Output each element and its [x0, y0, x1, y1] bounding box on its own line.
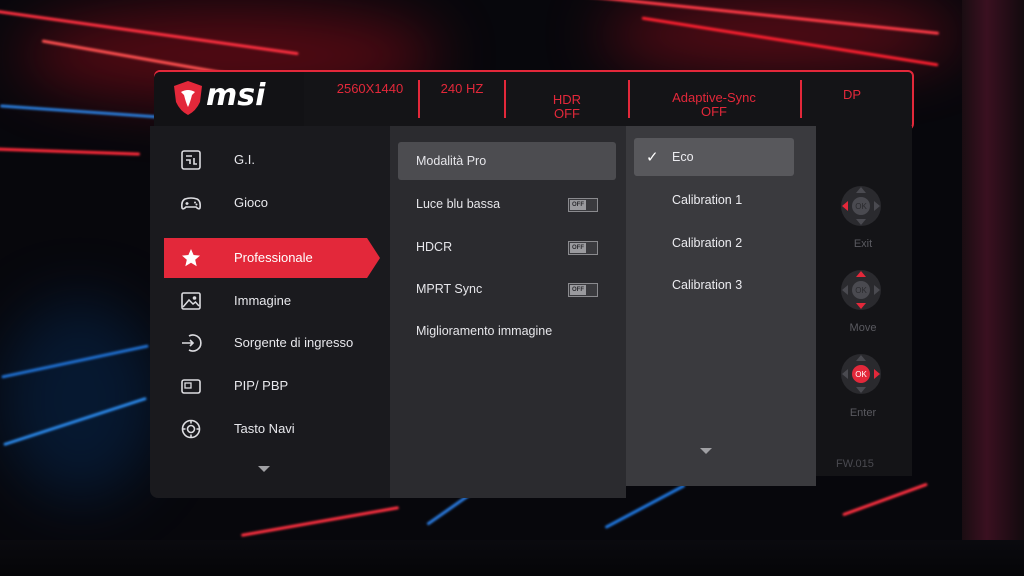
status-hdr: HDR OFF — [552, 92, 582, 121]
option-label: HDCR — [416, 240, 453, 254]
menu-item-professionale[interactable]: Professionale — [164, 238, 380, 278]
menu-item-label: Gioco — [234, 195, 268, 210]
input-source-icon — [182, 334, 202, 352]
menu-item-gioco[interactable]: Gioco — [164, 183, 380, 223]
mode-panel: ✓ Eco Calibration 1 Calibration 2 Calibr… — [626, 126, 816, 486]
option-miglioramento-immagine[interactable]: Miglioramento immagine — [398, 312, 616, 350]
option-modalita-pro[interactable]: Modalità Pro — [398, 142, 616, 180]
hdcr-toggle[interactable]: OFF — [568, 241, 598, 255]
navigation-guide: OK Exit OK Move OK Enter — [816, 126, 912, 476]
status-adaptive-sync: Adaptive-Sync OFF — [672, 90, 756, 119]
gamepad-icon — [181, 197, 201, 210]
svg-text:OK: OK — [855, 370, 867, 379]
option-luce-blu-bassa[interactable]: Luce blu bassa OFF — [398, 185, 616, 223]
scroll-down-arrow-icon[interactable] — [700, 448, 712, 454]
dpad-enter-icon: OK — [841, 354, 881, 394]
menu-item-gi[interactable]: G.I. — [164, 140, 380, 180]
firmware-version: FW.015 — [836, 458, 874, 470]
menu-item-label: G.I. — [234, 152, 255, 167]
option-hdcr[interactable]: HDCR OFF — [398, 228, 616, 266]
nav-label-exit: Exit — [853, 238, 873, 250]
checkmark-icon: ✓ — [646, 149, 659, 166]
nav-label-enter: Enter — [849, 407, 877, 419]
mode-eco[interactable]: ✓ Eco — [634, 138, 794, 176]
mode-label: Eco — [672, 150, 694, 164]
scroll-down-arrow-icon[interactable] — [258, 466, 270, 472]
option-label: Modalità Pro — [416, 154, 487, 168]
osd-menu: msi 2560X1440 240 HZ HDR OFF Adaptive-Syn… — [150, 58, 914, 498]
menu-item-immagine[interactable]: Immagine — [164, 281, 380, 321]
brand-logo: msi — [206, 78, 266, 113]
dpad-exit-icon: OK — [841, 186, 881, 226]
pip-icon — [181, 379, 201, 394]
nav-label-move: Move — [849, 322, 877, 334]
menu-item-label: Immagine — [234, 293, 292, 308]
menu-item-tasto-navi[interactable]: Tasto Navi — [164, 409, 380, 449]
mode-label: Calibration 1 — [672, 193, 743, 207]
submenu-panel: Modalità Pro Luce blu bassa OFF HDCR OFF… — [390, 126, 626, 498]
msi-dragon-shield-icon — [174, 81, 202, 115]
monitor-bezel-right — [962, 0, 1024, 576]
status-refresh-rate: 240 HZ — [440, 81, 484, 96]
option-label: Luce blu bassa — [416, 197, 501, 211]
option-mprt-sync[interactable]: MPRT Sync OFF — [398, 270, 616, 308]
mode-label: Calibration 2 — [672, 236, 743, 250]
mode-calibration-2[interactable]: Calibration 2 — [634, 224, 794, 262]
navi-key-icon — [181, 419, 201, 439]
svg-text:OK: OK — [855, 202, 867, 211]
image-icon — [181, 292, 201, 310]
menu-item-label: Professionale — [234, 250, 313, 265]
mode-calibration-1[interactable]: Calibration 1 — [634, 181, 794, 219]
menu-item-label: PIP/ PBP — [234, 378, 289, 393]
monitor-bezel-bottom — [0, 540, 1024, 576]
menu-item-label: Sorgente di ingresso — [234, 335, 354, 350]
option-label: MPRT Sync — [416, 282, 483, 296]
menu-item-sorgente[interactable]: Sorgente di ingresso — [164, 323, 380, 363]
main-menu: G.I. Gioco Professionale Immagine Sorgen… — [150, 126, 390, 498]
svg-text:OK: OK — [855, 286, 867, 295]
gaming-intelligence-icon — [181, 150, 201, 170]
mprt-sync-toggle[interactable]: OFF — [568, 283, 598, 297]
dpad-move-icon: OK — [841, 270, 881, 310]
star-icon — [182, 249, 200, 267]
mode-label: Calibration 3 — [672, 278, 743, 292]
menu-item-pip-pbp[interactable]: PIP/ PBP — [164, 366, 380, 406]
mode-calibration-3[interactable]: Calibration 3 — [634, 266, 794, 304]
option-label: Miglioramento immagine — [416, 324, 553, 338]
status-input-port: DP — [842, 87, 862, 102]
menu-item-label: Tasto Navi — [234, 421, 295, 436]
low-blue-light-toggle[interactable]: OFF — [568, 198, 598, 212]
status-resolution: 2560X1440 — [336, 81, 404, 96]
menu-body: G.I. Gioco Professionale Immagine Sorgen… — [150, 126, 912, 498]
